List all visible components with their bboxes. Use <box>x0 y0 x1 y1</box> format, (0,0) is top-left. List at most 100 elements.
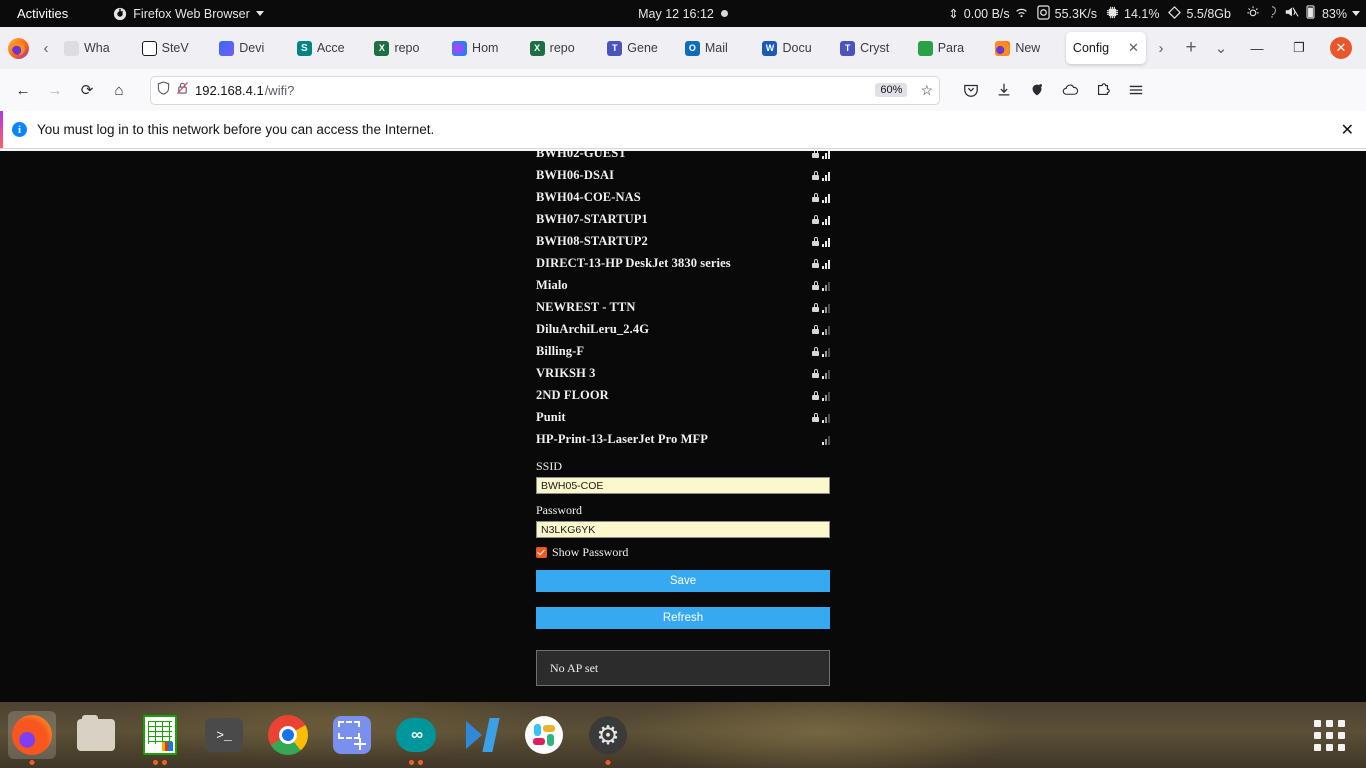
ap-list-item[interactable]: NEWREST - TTN <box>536 296 830 318</box>
tab-item[interactable]: New <box>988 32 1065 64</box>
dock-item-settings[interactable]: ⚙ <box>584 711 632 759</box>
tab-item[interactable]: SteV <box>135 32 212 64</box>
tab-item[interactable]: T Gene <box>600 32 677 64</box>
tab-item[interactable]: T Cryst <box>833 32 910 64</box>
ap-list-item[interactable]: BWH02-GUEST <box>536 151 830 164</box>
firefox-icon <box>12 715 52 755</box>
address-bar[interactable]: 192.168.4.1 /wifi? 60% ☆ <box>150 75 940 105</box>
dock-item-libreoffice-calc[interactable] <box>136 711 184 759</box>
vscode-icon <box>462 717 500 753</box>
zoom-level-badge[interactable]: 60% <box>875 83 908 97</box>
ap-list-item[interactable]: DIRECT-13-HP DeskJet 3830 series <box>536 252 830 274</box>
pocket-icon[interactable] <box>956 75 986 105</box>
reload-button[interactable]: ⟳ <box>72 75 102 105</box>
ap-list-item[interactable]: Mialo <box>536 274 830 296</box>
gnome-extension-icon[interactable] <box>1022 75 1052 105</box>
app-menu-hamburger-icon[interactable] <box>1121 75 1151 105</box>
brightness-icon <box>1246 5 1260 22</box>
ap-ssid-label: BWH02-GUEST <box>536 151 627 160</box>
show-password-row[interactable]: Show Password <box>536 545 830 560</box>
access-point-list: BWH02-GUEST BWH06-DSAI BWH04-COE-NAS BWH… <box>536 151 830 450</box>
tab-item[interactable]: X repo <box>367 32 444 64</box>
ap-list-item[interactable]: BWH06-DSAI <box>536 164 830 186</box>
scroll-tabs-left-button[interactable]: ‹ <box>35 33 57 63</box>
tab-favicon-green-icon <box>917 40 933 56</box>
ssid-input[interactable] <box>536 477 830 494</box>
dock-item-vscode[interactable] <box>456 711 504 759</box>
memory-label: 5.5/8Gb <box>1186 6 1231 21</box>
tab-item[interactable]: Devi <box>212 32 289 64</box>
tab-item[interactable]: S Acce <box>290 32 367 64</box>
tab-item-active[interactable]: Config ✕ <box>1065 32 1146 64</box>
updown-arrows-icon: ⇕ <box>948 7 959 21</box>
ap-list-item[interactable]: VRIKSH 3 <box>536 362 830 384</box>
ap-list-item[interactable]: BWH08-STARTUP2 <box>536 230 830 252</box>
save-button[interactable]: Save <box>536 570 830 592</box>
close-tab-icon[interactable]: ✕ <box>1128 40 1139 56</box>
ap-list-item[interactable]: Billing-F <box>536 340 830 362</box>
list-all-tabs-button[interactable]: ⌄ <box>1206 33 1236 63</box>
tab-item[interactable]: X repo <box>523 32 600 64</box>
screenshot-icon <box>333 716 371 754</box>
refresh-button[interactable]: Refresh <box>536 607 830 629</box>
signal-bars-icon <box>822 413 830 423</box>
tab-favicon-teams-icon: T <box>840 40 856 56</box>
cloud-sync-icon[interactable] <box>1055 75 1085 105</box>
ap-list-item[interactable]: Punit <box>536 406 830 428</box>
dock: >_ ∞ ⚙ <box>0 702 1366 768</box>
bookmark-star-icon[interactable]: ☆ <box>913 82 933 99</box>
arduino-icon: ∞ <box>396 718 436 752</box>
close-window-button[interactable]: ✕ <box>1320 27 1362 69</box>
tab-favicon-circle-dark-icon <box>141 40 157 56</box>
signal-bars-icon <box>822 391 830 401</box>
ap-list-item[interactable]: BWH07-STARTUP1 <box>536 208 830 230</box>
tab-favicon-teams-icon: T <box>607 40 623 56</box>
insecure-lock-icon[interactable] <box>176 81 189 100</box>
tab-favicon-figma-icon <box>219 40 235 56</box>
activities-button[interactable]: Activities <box>8 3 77 24</box>
dock-item-arduino[interactable]: ∞ <box>392 711 440 759</box>
ap-list-item[interactable]: HP-Print-13-LaserJet Pro MFP <box>536 428 830 450</box>
tab-label: repo <box>394 41 420 55</box>
shield-icon[interactable] <box>157 80 170 100</box>
firefox-account-icon[interactable] <box>8 37 29 59</box>
close-notification-icon[interactable]: ✕ <box>1341 120 1354 140</box>
minimize-window-button[interactable]: — <box>1236 27 1278 69</box>
show-password-label: Show Password <box>552 545 629 559</box>
new-tab-button[interactable]: + <box>1176 33 1206 63</box>
dock-item-screenshot[interactable] <box>328 711 376 759</box>
extensions-puzzle-icon[interactable] <box>1088 75 1118 105</box>
ap-list-item[interactable]: 2ND FLOOR <box>536 384 830 406</box>
clock-area[interactable]: May 12 16:12 <box>583 7 783 21</box>
tab-item[interactable]: O Mail <box>678 32 755 64</box>
show-password-checkbox[interactable] <box>536 547 547 558</box>
system-icons[interactable]: 83% <box>1246 5 1360 22</box>
dock-item-firefox[interactable] <box>8 711 56 759</box>
dock-item-files[interactable] <box>72 711 120 759</box>
home-button[interactable]: ⌂ <box>104 75 134 105</box>
dock-item-slack[interactable] <box>520 711 568 759</box>
tab-label: Config <box>1072 41 1110 55</box>
app-menu-button[interactable]: Firefox Web Browser <box>113 7 264 21</box>
tab-item[interactable]: Para <box>911 32 988 64</box>
tab-favicon-excel-icon: X <box>374 40 390 56</box>
help-icon <box>1265 5 1279 22</box>
ap-list-item[interactable]: DiluArchiLeru_2.4G <box>536 318 830 340</box>
forward-button[interactable]: → <box>40 75 70 105</box>
tab-label: New <box>1015 41 1041 55</box>
ap-ssid-label: NEWREST - TTN <box>536 299 636 314</box>
tab-item[interactable]: Hom <box>445 32 522 64</box>
maximize-window-button[interactable]: ❐ <box>1278 27 1320 69</box>
show-applications-button[interactable] <box>1312 718 1346 752</box>
tab-favicon-blank-icon <box>64 40 79 56</box>
tab-item[interactable]: Wha <box>57 32 134 64</box>
dock-item-chrome[interactable] <box>264 711 312 759</box>
back-button[interactable]: ← <box>8 75 38 105</box>
downloads-icon[interactable] <box>989 75 1019 105</box>
password-input[interactable] <box>536 521 830 538</box>
ap-list-item[interactable]: BWH04-COE-NAS <box>536 186 830 208</box>
scroll-tabs-right-button[interactable]: › <box>1146 33 1176 63</box>
dock-item-terminal[interactable]: >_ <box>200 711 248 759</box>
system-menu-chevron-icon[interactable] <box>1352 11 1360 16</box>
tab-item[interactable]: W Docu <box>755 32 832 64</box>
